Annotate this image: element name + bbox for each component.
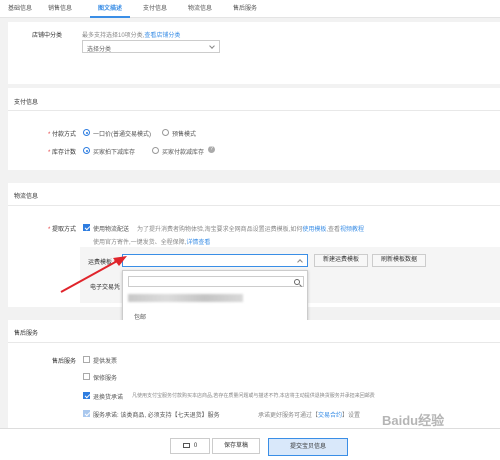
logistics-hint: 为了提升消费者购物体验,淘宝要求全网商品设置运费模板,如何使用模板,查看视频教程 (137, 224, 364, 233)
pickup-method-label: * 提取方式 (47, 227, 76, 233)
use-logistics-checkbox[interactable] (83, 224, 90, 231)
radio-stock-on-order[interactable] (83, 147, 90, 154)
help-icon[interactable]: ? (208, 146, 215, 153)
watermark-logo: Baidu经验 (382, 413, 445, 428)
radio-fixed-price-label: 一口价(普通交易模式) (93, 132, 151, 138)
tab-logistics[interactable]: 物流信息 (180, 0, 220, 18)
search-icon (294, 278, 300, 285)
invoice-label: 提供发票 (93, 359, 118, 365)
return-promise-label: 退换货承诺 (93, 395, 124, 401)
submit-item-button[interactable]: 提交宝贝信息 (268, 438, 348, 456)
payment-panel (8, 88, 500, 170)
stock-count-label: * 库存计数 (47, 150, 76, 156)
radio-presale-label: 预售模式 (172, 132, 197, 138)
select-value: 选择分类 (87, 47, 112, 53)
tab-sales-info[interactable]: 销售信息 (40, 0, 80, 18)
divider (8, 342, 500, 343)
radio-stock-on-order-label: 买家拍下减库存 (93, 150, 136, 156)
radio-presale[interactable] (162, 129, 169, 136)
red-arrow-annotation (60, 256, 127, 293)
refresh-template-button[interactable]: 刷新模板数据 (372, 254, 426, 267)
view-shop-category-link[interactable]: 查看店铺分类 (144, 33, 180, 39)
dropdown-search-input[interactable] (128, 276, 304, 287)
new-template-button[interactable]: 新建运费模板 (314, 254, 368, 267)
label-text: 库存计数 (51, 150, 76, 156)
arrow-head (113, 256, 127, 266)
arrow-shaft (60, 259, 120, 293)
divider (8, 110, 500, 111)
service-contract-hint: 承诺更好服务可通过【交易合约】设置 (258, 410, 360, 419)
after-sales-section-title: 售后服务 (14, 331, 39, 337)
hint-text: 使用官方寄件,一键发货、全程保障, (93, 240, 187, 246)
logistics-hint-2: 使用官方寄件,一键发货、全程保障,详情查看 (93, 237, 210, 246)
message-count-button[interactable]: 0 (170, 438, 210, 454)
label-text: 提取方式 (51, 227, 76, 233)
return-promise-checkbox[interactable] (83, 392, 90, 399)
tab-basic-info[interactable]: 基础信息 (2, 0, 38, 18)
warranty-label: 保修服务 (93, 376, 118, 382)
hint-text: 】设置 (342, 413, 361, 419)
divider (8, 205, 500, 206)
payment-method-label: * 付款方式 (47, 132, 76, 138)
envelope-icon (182, 442, 190, 448)
return-promise-hint: 凡使用支付宝服务付款购买本店商品,若存在质量问题或与描述不符,本店将主动提供退换… (132, 393, 375, 399)
tab-bar: 基础信息 销售信息 图文描述 支付信息 物流信息 售后服务 (0, 0, 500, 18)
tab-payment[interactable]: 支付信息 (135, 0, 175, 18)
seven-day-return-label: 服务承诺: 该类商品, 必须支持【七天退货】服务 (93, 413, 220, 419)
radio-stock-on-payment[interactable] (152, 147, 159, 154)
trade-contract-link[interactable]: 交易合约 (318, 413, 342, 419)
chevron-up-icon (297, 259, 303, 265)
bottom-action-bar: 0 保存草稿 提交宝贝信息 (0, 428, 500, 460)
hint-text: 为了提升消费者购物体验,淘宝要求全网商品设置运费模板,如何 (137, 227, 303, 233)
hint-text: ,查看 (326, 227, 341, 233)
payment-section-title: 支付信息 (14, 100, 39, 106)
hint-text: 承诺更好服务可通过【 (258, 413, 319, 419)
after-sales-label: 售后服务 (51, 359, 76, 365)
blurred-option[interactable] (128, 294, 243, 302)
radio-fixed-price[interactable] (83, 129, 90, 136)
label-text: 付款方式 (51, 132, 76, 138)
shop-category-hint: 最多支持选择10项分类,查看店铺分类 (82, 30, 180, 39)
use-template-link[interactable]: 使用模板 (302, 227, 326, 233)
use-logistics-label: 使用物流配送 (93, 227, 130, 233)
shop-category-select[interactable]: 选择分类 (82, 40, 220, 53)
shipping-template-select[interactable] (122, 254, 308, 267)
radio-stock-on-payment-label: 买家付款减库存 (162, 150, 205, 156)
message-count: 0 (193, 443, 198, 449)
logistics-section-title: 物流信息 (14, 194, 39, 200)
tab-after-sales[interactable]: 售后服务 (225, 0, 265, 18)
chevron-down-icon (209, 43, 215, 49)
details-link[interactable]: 详情查看 (186, 240, 210, 246)
warranty-checkbox[interactable] (83, 373, 90, 380)
save-draft-button[interactable]: 保存草稿 (212, 438, 260, 454)
invoice-checkbox[interactable] (83, 356, 90, 363)
tab-description[interactable]: 图文描述 (90, 0, 130, 18)
shop-category-label: 店铺中分类 (31, 33, 62, 39)
seven-day-return-checkbox (83, 410, 90, 417)
video-tutorial-link[interactable]: 视频教程 (340, 227, 364, 233)
hint-text: 最多支持选择10项分类, (82, 33, 145, 39)
